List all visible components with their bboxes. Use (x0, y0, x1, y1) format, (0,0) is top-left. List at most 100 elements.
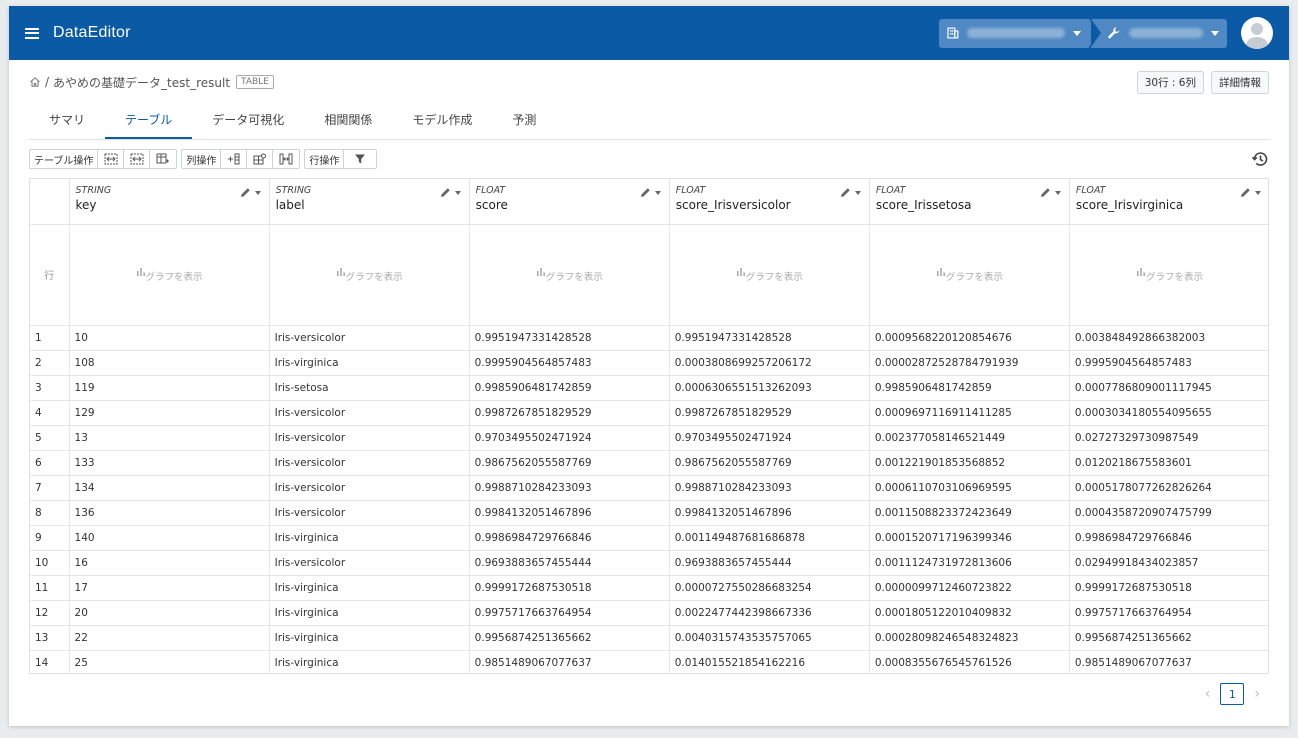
column-menu-caret-icon[interactable] (254, 190, 261, 195)
cell-score-irisvirginica[interactable]: 0.9986984729766846 (1069, 525, 1268, 551)
cell-score-irisversicolor[interactable]: 0.0006306551513262093 (669, 375, 870, 401)
cell-score-irisversicolor[interactable]: 0.9987267851829529 (669, 400, 870, 426)
column-menu-caret-icon[interactable] (454, 190, 461, 195)
next-page-icon[interactable]: › (1254, 686, 1260, 702)
cell-score-irissetosa[interactable]: 0.0008355676545761526 (869, 650, 1070, 673)
cell-score-irissetosa[interactable]: 0.0011124731972813606 (869, 550, 1070, 576)
cell-key[interactable]: 16 (69, 550, 270, 576)
cell-key[interactable]: 140 (69, 525, 270, 551)
cell-score-irissetosa[interactable]: 0.001221901853568852 (869, 450, 1070, 476)
cell-score[interactable]: 0.9999172687530518 (469, 575, 670, 601)
pencil-icon[interactable] (640, 187, 651, 198)
cell-score-irisversicolor[interactable]: 0.9693883657455444 (669, 550, 870, 576)
cell-score-irissetosa[interactable]: 0.0011508823372423649 (869, 500, 1070, 526)
cell-score-irisvirginica[interactable]: 0.0004358720907475799 (1069, 500, 1268, 526)
cell-score-irisvirginica[interactable]: 0.9851489067077637 (1069, 650, 1268, 673)
cell-score-irissetosa[interactable]: 0.0000099712460723822 (869, 575, 1070, 601)
cell-score[interactable]: 0.9987267851829529 (469, 400, 670, 426)
add-column-icon[interactable] (221, 150, 248, 168)
cell-score-irisversicolor[interactable]: 0.9703495502471924 (669, 425, 870, 451)
cell-key[interactable]: 17 (69, 575, 270, 601)
cell-key[interactable]: 108 (69, 350, 270, 376)
cell-score-irisvirginica[interactable]: 0.9956874251365662 (1069, 625, 1268, 651)
cell-key[interactable]: 20 (69, 600, 270, 626)
cell-label[interactable]: Iris-virginica (269, 625, 470, 651)
workspace-select[interactable] (1091, 18, 1227, 48)
pencil-icon[interactable] (240, 187, 251, 198)
cell-score[interactable]: 0.9956874251365662 (469, 625, 670, 651)
cell-key[interactable]: 13 (69, 425, 270, 451)
cell-score[interactable]: 0.9693883657455444 (469, 550, 670, 576)
column-menu-caret-icon[interactable] (1255, 190, 1261, 195)
cell-score-irisversicolor[interactable]: 0.0003808699257206172 (669, 350, 870, 376)
cell-score-irisvirginica[interactable]: 0.9999172687530518 (1069, 575, 1268, 601)
tab-model[interactable]: モデル作成 (392, 104, 492, 139)
column-header-score[interactable]: FLOAT score (469, 179, 670, 225)
graph-cell[interactable]: グラフを表示 (469, 224, 670, 326)
user-avatar[interactable] (1241, 17, 1273, 49)
cell-score-irissetosa[interactable]: 0.00002872528784791939 (869, 350, 1070, 376)
details-button[interactable]: 詳細情報 (1211, 70, 1269, 94)
merge-columns-icon[interactable] (273, 150, 299, 168)
pencil-icon[interactable] (840, 187, 851, 198)
cell-label[interactable]: Iris-setosa (269, 375, 470, 401)
tab-summary[interactable]: サマリ (29, 104, 105, 139)
cell-score-irisvirginica[interactable]: 0.003848492866382003 (1069, 325, 1268, 351)
cell-label[interactable]: Iris-versicolor (269, 450, 470, 476)
tab-prediction[interactable]: 予測 (492, 104, 556, 139)
cell-key[interactable]: 25 (69, 650, 270, 673)
column-settings-icon[interactable] (247, 150, 274, 168)
cell-score-irisversicolor[interactable]: 0.9988710284233093 (669, 475, 870, 501)
cell-score-irisvirginica[interactable]: 0.02949918434023857 (1069, 550, 1268, 576)
cell-score[interactable]: 0.9988710284233093 (469, 475, 670, 501)
cell-score-irissetosa[interactable]: 0.0001520717196399346 (869, 525, 1070, 551)
cell-score-irisversicolor[interactable]: 0.9867562055587769 (669, 450, 870, 476)
cell-score[interactable]: 0.9867562055587769 (469, 450, 670, 476)
column-header-key[interactable]: STRING key (69, 179, 270, 225)
page-number-current[interactable]: 1 (1220, 683, 1245, 705)
history-icon[interactable] (1251, 150, 1269, 168)
cell-key[interactable]: 133 (69, 450, 270, 476)
cell-score-irissetosa[interactable]: 0.9985906481742859 (869, 375, 1070, 401)
expand-table-icon[interactable] (124, 150, 151, 168)
cell-score-irisversicolor[interactable]: 0.0022477442398667336 (669, 600, 870, 626)
cell-score[interactable]: 0.9851489067077637 (469, 650, 670, 673)
cell-score[interactable]: 0.9986984729766846 (469, 525, 670, 551)
table-add-icon[interactable] (150, 150, 176, 168)
cell-key[interactable]: 22 (69, 625, 270, 651)
cell-score-irisvirginica[interactable]: 0.02727329730987549 (1069, 425, 1268, 451)
cell-score-irisvirginica[interactable]: 0.9995904564857483 (1069, 350, 1268, 376)
graph-cell[interactable]: グラフを表示 (669, 224, 870, 326)
column-header-score-irisvirginica[interactable]: FLOAT score_Irisvirginica (1069, 179, 1268, 225)
pencil-icon[interactable] (1040, 187, 1051, 198)
cell-label[interactable]: Iris-virginica (269, 350, 470, 376)
pencil-icon[interactable] (440, 187, 451, 198)
column-menu-caret-icon[interactable] (654, 190, 661, 195)
cell-score-irisvirginica[interactable]: 0.9975717663764954 (1069, 600, 1268, 626)
organization-select[interactable] (939, 18, 1099, 48)
cell-key[interactable]: 10 (69, 325, 270, 351)
cell-score-irissetosa[interactable]: 0.00028098246548324823 (869, 625, 1070, 651)
column-header-score-irisversicolor[interactable]: FLOAT score_Irisversicolor (669, 179, 870, 225)
graph-cell[interactable]: グラフを表示 (869, 224, 1070, 326)
cell-score-irisversicolor[interactable]: 0.001149487681686878 (669, 525, 870, 551)
home-icon[interactable] (29, 76, 41, 88)
tab-table[interactable]: テーブル (105, 104, 193, 139)
prev-page-icon[interactable]: ‹ (1205, 686, 1211, 702)
cell-score-irissetosa[interactable]: 0.0009568220120854676 (869, 325, 1070, 351)
cell-score-irissetosa[interactable]: 0.0009697116911411285 (869, 400, 1070, 426)
cell-score-irisvirginica[interactable]: 0.0005178077262826264 (1069, 475, 1268, 501)
column-menu-caret-icon[interactable] (854, 190, 861, 195)
cell-score-irisvirginica[interactable]: 0.0120218675583601 (1069, 450, 1268, 476)
cell-score-irisversicolor[interactable]: 0.9984132051467896 (669, 500, 870, 526)
cell-key[interactable]: 136 (69, 500, 270, 526)
menu-icon[interactable] (25, 27, 39, 39)
cell-label[interactable]: Iris-versicolor (269, 425, 470, 451)
cell-label[interactable]: Iris-virginica (269, 650, 470, 673)
tab-visualization[interactable]: データ可視化 (192, 104, 304, 139)
cell-label[interactable]: Iris-versicolor (269, 400, 470, 426)
cell-label[interactable]: Iris-versicolor (269, 500, 470, 526)
cell-label[interactable]: Iris-virginica (269, 525, 470, 551)
cell-score-irisversicolor[interactable]: 0.0040315743535757065 (669, 625, 870, 651)
table-size-button[interactable]: 30行 : 6列 (1136, 70, 1204, 94)
